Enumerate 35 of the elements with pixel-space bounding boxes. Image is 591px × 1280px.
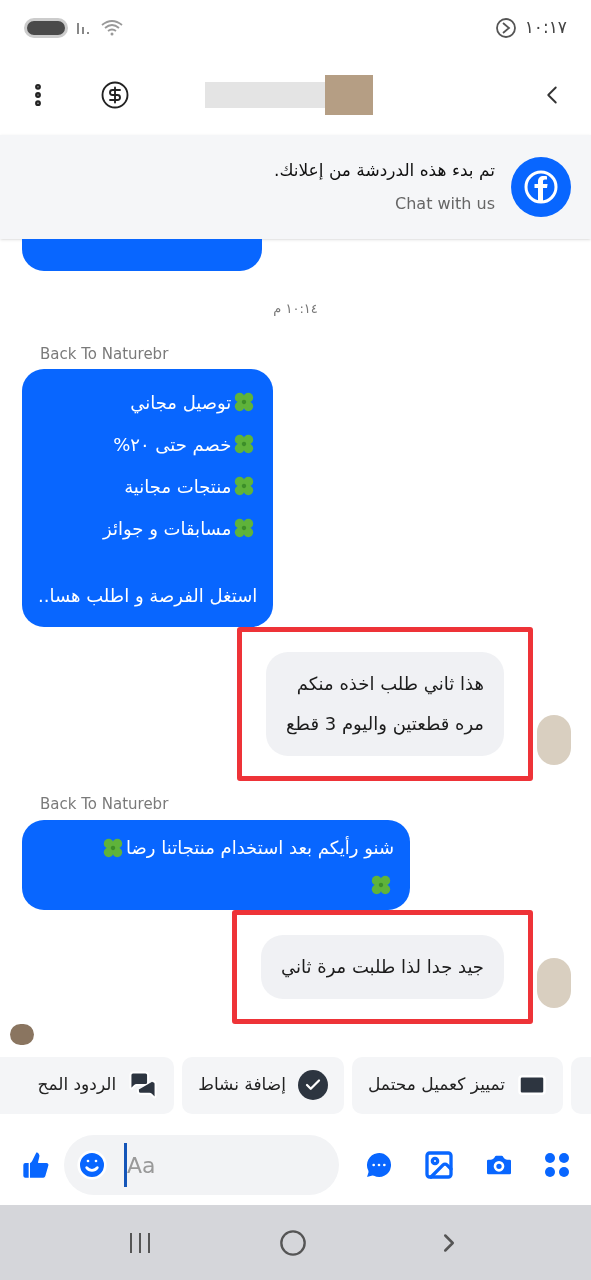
chat-bubbles-icon xyxy=(128,1070,159,1100)
dollar-icon[interactable] xyxy=(100,80,130,110)
avatar-placeholder xyxy=(537,957,571,1008)
message-line: مسابقات و جوائز xyxy=(103,516,232,542)
outgoing-message: جيد جدا لذا طلبت مرة ثاني xyxy=(260,934,504,999)
profile-photo-placeholder xyxy=(324,75,373,115)
like-icon[interactable] xyxy=(20,1149,52,1181)
quick-action-chip[interactable]: تمييز كعميل محتمل xyxy=(351,1056,563,1114)
message-line: توصيل مجاني xyxy=(130,390,232,416)
apps-icon[interactable] xyxy=(543,1151,571,1179)
message-line: استغل الفرصة و اطلب هسا.. xyxy=(38,583,258,609)
banner-subtitle: Chat with us xyxy=(395,192,495,215)
quick-action-chip[interactable]: إضافة نشاط xyxy=(182,1056,344,1114)
message-input[interactable]: Aa xyxy=(64,1135,339,1195)
banner-title: تم بدء هذه الدردشة من إعلانك. xyxy=(274,159,495,183)
emoji-icon[interactable] xyxy=(76,1149,108,1181)
image-icon[interactable] xyxy=(423,1149,455,1181)
message-line: خصم حتى ٢٠% xyxy=(113,432,232,458)
message-line: منتجات مجانية xyxy=(124,474,232,499)
home-icon[interactable] xyxy=(279,1228,308,1257)
message-timestamp: ١٠:١٤ م xyxy=(272,300,319,319)
message-field[interactable]: Aa xyxy=(127,1148,277,1182)
quick-action-chip[interactable]: الردود المح xyxy=(0,1056,175,1114)
timer-icon xyxy=(494,16,517,39)
avatar-placeholder xyxy=(537,715,571,766)
clock-time: ١٠:١٧ xyxy=(524,15,567,39)
battery-icon xyxy=(24,17,68,38)
signal-icon xyxy=(76,20,92,35)
sender-name: Back To Naturebr xyxy=(40,343,170,365)
message-line: شنو رأيكم بعد استخدام منتجاتنا رضا xyxy=(126,835,394,861)
wifi-icon xyxy=(100,18,124,37)
outgoing-message: هذا ثاني طلب اخذه منكم مره قطعتين واليوم 3 قطع xyxy=(266,652,504,757)
sender-name: Back To Naturebr xyxy=(40,794,170,816)
facebook-logo-icon xyxy=(511,157,571,217)
seen-avatar-placeholder xyxy=(10,1023,34,1045)
